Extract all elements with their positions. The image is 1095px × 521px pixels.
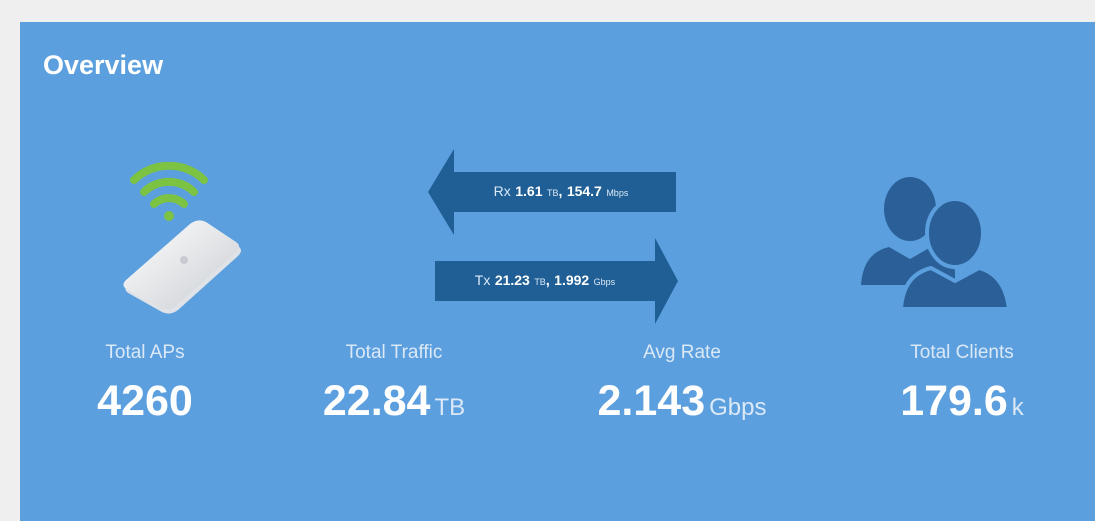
stat-label: Avg Rate [643, 342, 721, 363]
rx-amount-unit: TB [546, 188, 559, 198]
wifi-access-point-icon [123, 162, 241, 314]
stat-label: Total APs [105, 342, 185, 363]
avg-rate-unit: Gbps [709, 394, 767, 421]
stat-avg-rate: Avg Rate 2.143 Gbps [572, 342, 792, 431]
tx-rate: 1.992 [554, 272, 590, 288]
tx-label: Tx [474, 272, 491, 288]
total-aps-value: 4260 [97, 377, 193, 425]
users-icon [861, 177, 1012, 311]
stat-value: 4260 [35, 378, 255, 424]
rx-traffic-arrow: Rx 1.61 TB, 154.7 Mbps [428, 147, 678, 237]
card-title: Overview [43, 50, 164, 80]
rx-rate-unit: Mbps [606, 188, 629, 198]
rx-traffic-text: Rx 1.61 TB, 154.7 Mbps [476, 183, 646, 201]
stat-total-aps: Total APs 4260 [35, 342, 255, 424]
stat-total-clients: Total Clients 179.6 k [852, 342, 1072, 431]
rx-amount: 1.61 [515, 183, 543, 199]
tx-rate-unit: Gbps [593, 277, 616, 287]
stat-value: 179.6 k [852, 378, 1072, 431]
rx-sep: , [558, 183, 563, 199]
stat-total-traffic: Total Traffic 22.84 TB [284, 342, 504, 431]
tx-traffic-arrow: Tx 21.23 TB, 1.992 Gbps [428, 236, 678, 326]
overview-card: Overview Rx 1.61 TB, 154.7 Mbps Tx 21.23… [20, 22, 1095, 521]
avg-rate-value: 2.143 [597, 377, 706, 425]
stat-label: Total Traffic [345, 342, 443, 363]
tx-amount-unit: TB [534, 277, 546, 287]
total-traffic-value: 22.84 [322, 377, 431, 425]
stat-value: 2.143 Gbps [572, 378, 792, 431]
stat-value: 22.84 TB [284, 378, 504, 431]
rx-rate: 154.7 [566, 183, 602, 199]
rx-label: Rx [493, 183, 511, 199]
tx-amount: 21.23 [494, 272, 530, 288]
tx-sep: , [545, 272, 550, 288]
total-clients-unit: k [1011, 394, 1024, 421]
total-clients-value: 179.6 [900, 377, 1008, 425]
total-traffic-unit: TB [434, 394, 466, 421]
tx-traffic-text: Tx 21.23 TB, 1.992 Gbps [440, 272, 650, 290]
stat-label: Total Clients [910, 342, 1014, 363]
